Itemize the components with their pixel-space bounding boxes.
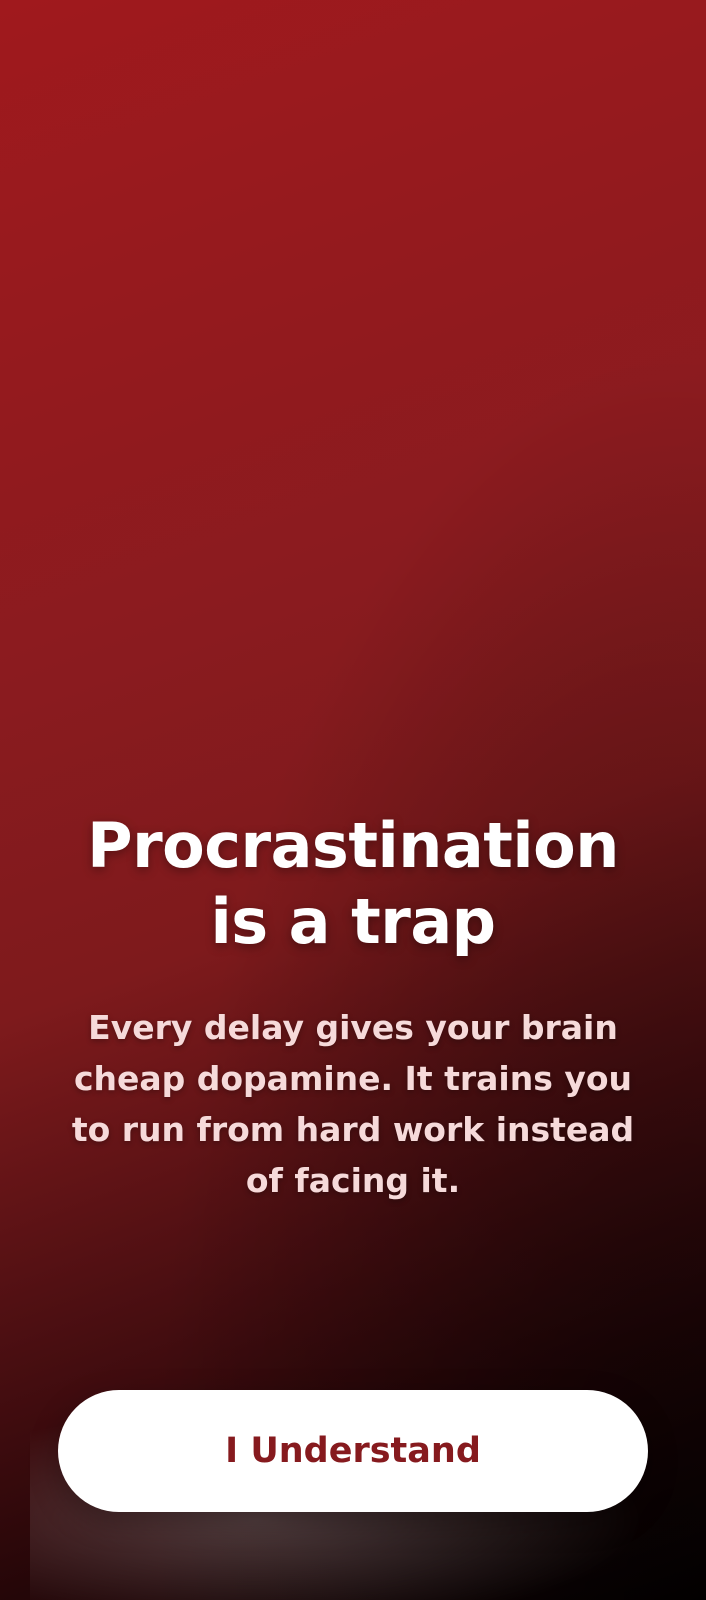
headline: Procrastination is a trap [40, 808, 666, 960]
headline-line-1: Procrastination [87, 809, 619, 882]
explanation-text: Every delay gives your brain cheap dopam… [71, 1008, 635, 1200]
headline-line-2: is a trap [210, 885, 496, 958]
i-understand-button[interactable]: I Understand [58, 1390, 648, 1512]
background-vignette [0, 0, 706, 1600]
procrastination-warning-screen: Procrastination is a trap Every delay gi… [0, 0, 706, 1600]
